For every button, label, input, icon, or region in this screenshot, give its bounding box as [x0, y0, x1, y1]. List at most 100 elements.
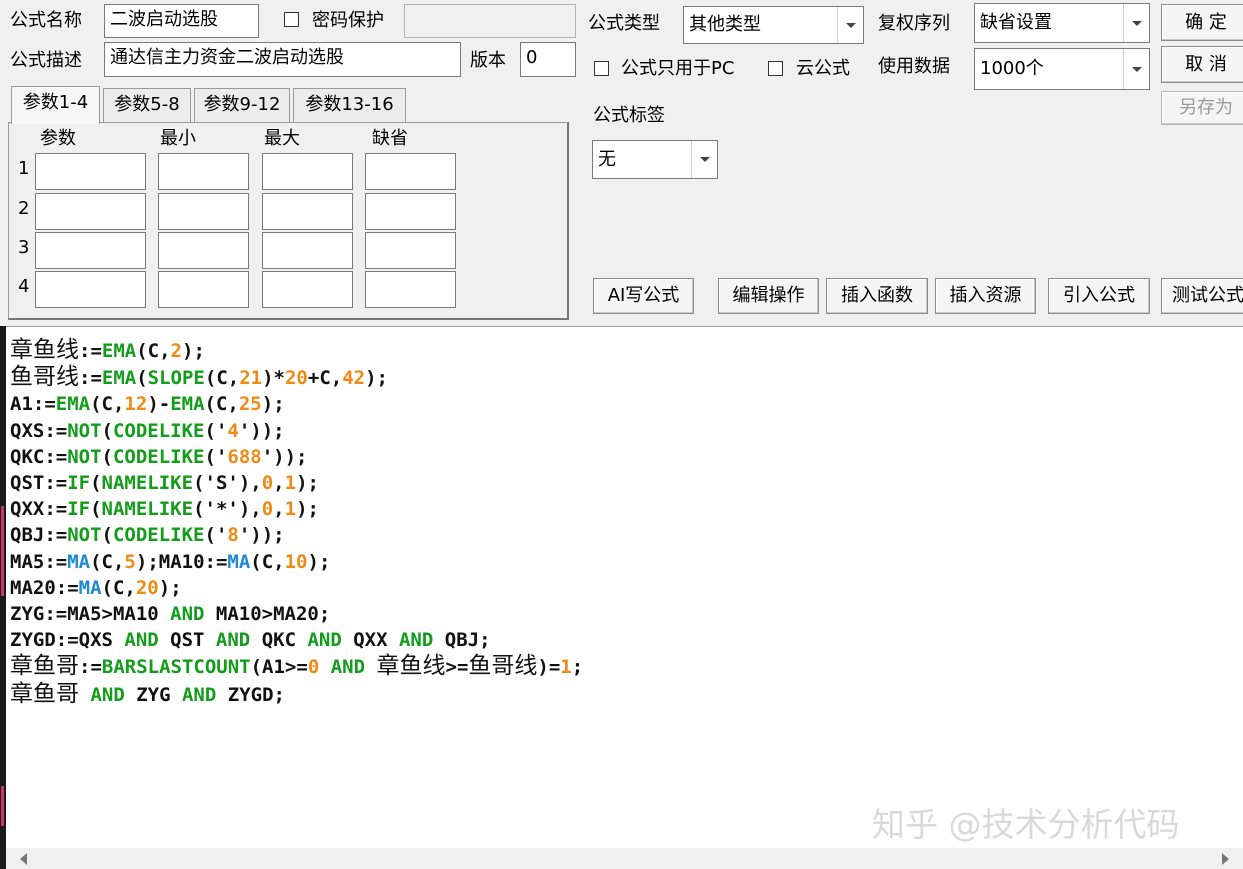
code-token-t: )-: [147, 393, 171, 416]
chevron-down-icon[interactable]: [1123, 4, 1149, 42]
horizontal-scrollbar[interactable]: [6, 848, 1243, 869]
code-token-t: ;: [571, 656, 584, 679]
code-line: ZYG:=MA5>MA10 AND MA10>MA20;: [10, 601, 583, 627]
code-token-num: 0: [261, 472, 274, 495]
formula-tag-select[interactable]: 无: [592, 140, 718, 179]
param-4-default-input[interactable]: [365, 271, 456, 308]
param-3-max-input[interactable]: [262, 232, 353, 269]
insert-function-button[interactable]: 插入函数: [826, 278, 928, 314]
formula-name-input[interactable]: 二波启动选股: [104, 4, 259, 38]
param-2-min-input[interactable]: [158, 193, 249, 230]
code-token-t: (A1>=: [250, 656, 308, 679]
code-token-num: 20: [284, 367, 308, 390]
code-token-num: 12: [124, 393, 148, 416]
ok-button[interactable]: 确 定: [1161, 4, 1243, 41]
code-token-cn: 章鱼哥: [10, 653, 79, 680]
param-row-number: 4: [18, 276, 30, 297]
code-editor[interactable]: 章鱼线:=EMA(C,2); 鱼哥线:=EMA(SLOPE(C,21)*20+C,…: [6, 326, 1243, 848]
code-token-t: );: [307, 550, 331, 573]
code-token-kw: AND: [398, 629, 434, 652]
cloud-formula-label: 云公式: [796, 58, 850, 79]
save-as-button[interactable]: 另存为: [1161, 91, 1243, 125]
cloud-formula-checkbox[interactable]: [768, 61, 783, 76]
code-token-t: ('*'),: [193, 498, 262, 521]
formula-type-select[interactable]: 其他类型: [683, 6, 864, 44]
tab-params-9-12[interactable]: 参数9-12: [194, 88, 290, 122]
param-2-name-input[interactable]: [35, 193, 146, 230]
code-token-t: :=: [79, 367, 102, 390]
code-token-t: +C,: [307, 367, 343, 390]
import-formula-button[interactable]: 引入公式: [1048, 278, 1150, 314]
code-token-t: QXX:=: [10, 498, 68, 521]
code-token-num: 0: [307, 656, 320, 679]
code-line: QXS:=NOT(CODELIKE('4'));: [10, 418, 583, 444]
formula-tag-value: 无: [598, 149, 616, 170]
cancel-button[interactable]: 取 消: [1161, 46, 1243, 83]
param-header-max: 最大: [264, 128, 300, 149]
code-token-t: );: [261, 393, 285, 416]
code-token-t: ZYGD;: [216, 683, 285, 706]
insert-resource-button[interactable]: 插入资源: [935, 278, 1036, 314]
param-3-default-input[interactable]: [365, 232, 456, 269]
bar-marker: [1, 786, 4, 826]
code-token-fn: EMA: [101, 367, 137, 390]
password-input[interactable]: [404, 4, 576, 38]
chevron-down-icon[interactable]: [837, 7, 863, 43]
code-line: 章鱼哥 AND ZYG AND ZYGD;: [10, 681, 583, 708]
test-formula-button[interactable]: 测试公式: [1161, 278, 1243, 314]
param-4-name-input[interactable]: [35, 271, 146, 308]
code-token-fn: BARSLASTCOUNT: [101, 656, 251, 679]
code-token-kw: AND: [330, 656, 366, 679]
ai-write-button[interactable]: AI写公式: [593, 278, 694, 314]
scroll-left-icon[interactable]: [20, 853, 27, 865]
code-token-t: ,: [273, 472, 285, 495]
code-token-t: ZYGD:=QXS: [10, 629, 125, 652]
param-1-default-input[interactable]: [365, 153, 456, 190]
param-2-default-input[interactable]: [365, 193, 456, 230]
password-checkbox[interactable]: [284, 12, 299, 27]
param-3-min-input[interactable]: [158, 232, 249, 269]
code-token-fn: IF: [67, 472, 91, 495]
chevron-down-icon[interactable]: [691, 141, 717, 178]
code-token-fn: CODELIKE: [112, 419, 205, 442]
code-token-num: 1: [284, 498, 297, 521]
code-token-t: [319, 656, 330, 678]
code-token-t: A1:=: [10, 393, 56, 416]
param-2-max-input[interactable]: [262, 193, 353, 230]
rights-select[interactable]: 缺省设置: [974, 3, 1150, 43]
code-token-kw: AND: [307, 629, 342, 652]
code-line: QBJ:=NOT(CODELIKE('8'));: [10, 522, 583, 548]
code-token-num: 2: [170, 340, 182, 362]
code-token-cn: 鱼哥线: [10, 364, 79, 391]
param-3-name-input[interactable]: [35, 232, 146, 269]
chevron-down-icon[interactable]: [1123, 49, 1149, 89]
pc-only-checkbox[interactable]: [594, 61, 609, 76]
code-token-t: ZYG:=MA5>MA10: [10, 603, 171, 626]
tab-params-5-8[interactable]: 参数5-8: [103, 88, 191, 122]
data-count-label: 使用数据: [878, 56, 950, 77]
data-count-select[interactable]: 1000个: [974, 48, 1150, 90]
scroll-right-icon[interactable]: [1222, 853, 1229, 865]
version-input[interactable]: 0: [520, 42, 576, 77]
code-token-t: (': [204, 524, 228, 547]
code-token-t: (C,: [90, 393, 125, 416]
formula-desc-input[interactable]: 通达信主力资金二波启动选股: [104, 42, 461, 77]
param-1-name-input[interactable]: [35, 153, 146, 190]
param-header-name: 参数: [40, 128, 76, 149]
password-label: 密码保护: [312, 10, 384, 31]
code-token-t: QKC:=: [10, 445, 68, 468]
tab-params-13-16[interactable]: 参数13-16: [293, 88, 406, 122]
param-row-number: 3: [18, 237, 30, 258]
param-4-min-input[interactable]: [158, 271, 249, 308]
code-token-t: );MA10:=: [135, 550, 228, 573]
param-1-max-input[interactable]: [262, 153, 353, 190]
param-1-min-input[interactable]: [158, 153, 249, 190]
tab-params-1-4[interactable]: 参数1-4: [11, 86, 100, 124]
code-token-cn: 鱼哥线: [468, 653, 538, 680]
code-line: QKC:=NOT(CODELIKE('688'));: [10, 444, 583, 470]
version-label: 版本: [470, 50, 506, 71]
edit-ops-button[interactable]: 编辑操作: [718, 278, 819, 314]
param-4-max-input[interactable]: [262, 271, 353, 308]
code-token-t: QBJ;: [433, 629, 491, 652]
code-token-num: 1: [560, 656, 572, 679]
